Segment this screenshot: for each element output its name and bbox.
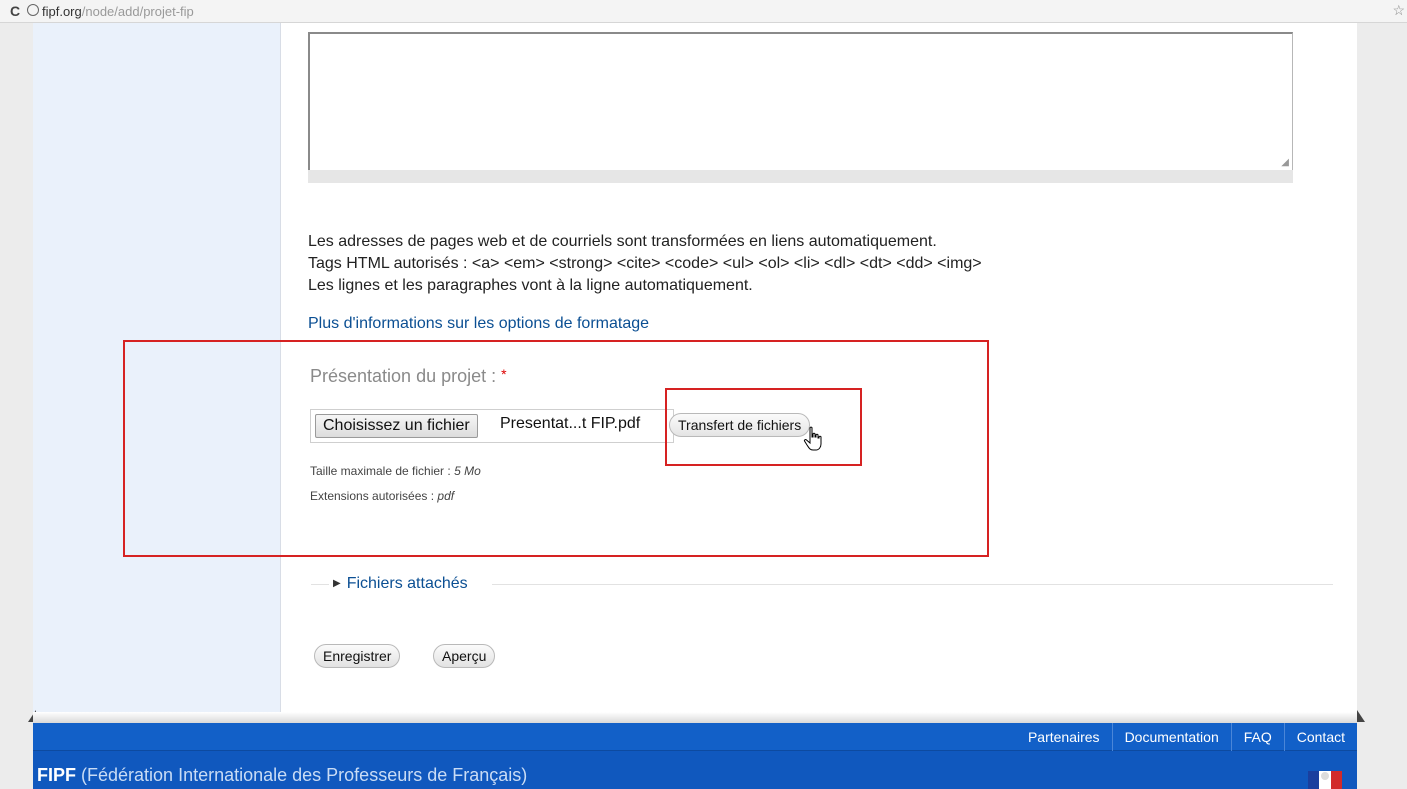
save-button[interactable]: Enregistrer [314,644,401,668]
france-logo-icon [1308,771,1342,789]
textarea-grippie[interactable] [308,170,1293,183]
help-line-urls: Les adresses de pages web et de courriel… [308,233,937,250]
reload-icon[interactable]: C [10,3,20,19]
url-host: fipf.org [42,4,82,19]
org-title: FIPF (Fédération Internationale des Prof… [37,765,527,786]
format-options-link[interactable]: Plus d'informations sur les options de f… [308,315,649,333]
footer-link-faq[interactable]: FAQ [1230,723,1284,751]
fieldset-border-left [311,584,329,585]
org-abbr: FIPF [37,765,76,785]
resize-grip-icon[interactable]: ◢ [1281,158,1289,168]
url-path: /node/add/projet-fip [81,4,194,19]
preview-button[interactable]: Aperçu [433,644,496,668]
body-textarea[interactable]: ◢ [308,32,1293,172]
footer-corner-right [1357,710,1365,722]
page-margin-left [0,23,33,789]
globe-icon [27,4,39,16]
bookmark-star-icon[interactable]: ☆ [1392,2,1405,19]
footer-org-bar: FIPF (Fédération Internationale des Prof… [33,751,1357,789]
attached-files-legend: Fichiers attachés [346,575,468,592]
fieldset-border-right [492,584,1333,585]
footer-link-documentation[interactable]: Documentation [1111,723,1231,751]
footer-nav: Partenaires Documentation FAQ Contact [33,723,1357,751]
address-bar[interactable]: C fipf.org/node/add/projet-fip ☆ [0,0,1407,23]
org-fullname: (Fédération Internationale des Professeu… [81,765,528,785]
expand-triangle-icon: ▶ [333,578,341,589]
footer-link-list: Partenaires Documentation FAQ Contact [1016,723,1357,751]
annotation-box-upload [665,388,862,466]
format-help: Les adresses de pages web et de courriel… [308,231,982,297]
attached-files-toggle[interactable]: ▶ Fichiers attachés [333,575,468,593]
help-line-breaks: Les lignes et les paragraphes vont à la … [308,277,753,294]
footer-shadow [33,712,1357,723]
footer-link-partners[interactable]: Partenaires [1016,723,1112,751]
url-text[interactable]: fipf.org/node/add/projet-fip [42,4,194,19]
footer-link-contact[interactable]: Contact [1283,723,1357,751]
page-margin-right [1357,23,1407,789]
help-line-tags: Tags HTML autorisés : <a> <em> <strong> … [308,255,982,272]
